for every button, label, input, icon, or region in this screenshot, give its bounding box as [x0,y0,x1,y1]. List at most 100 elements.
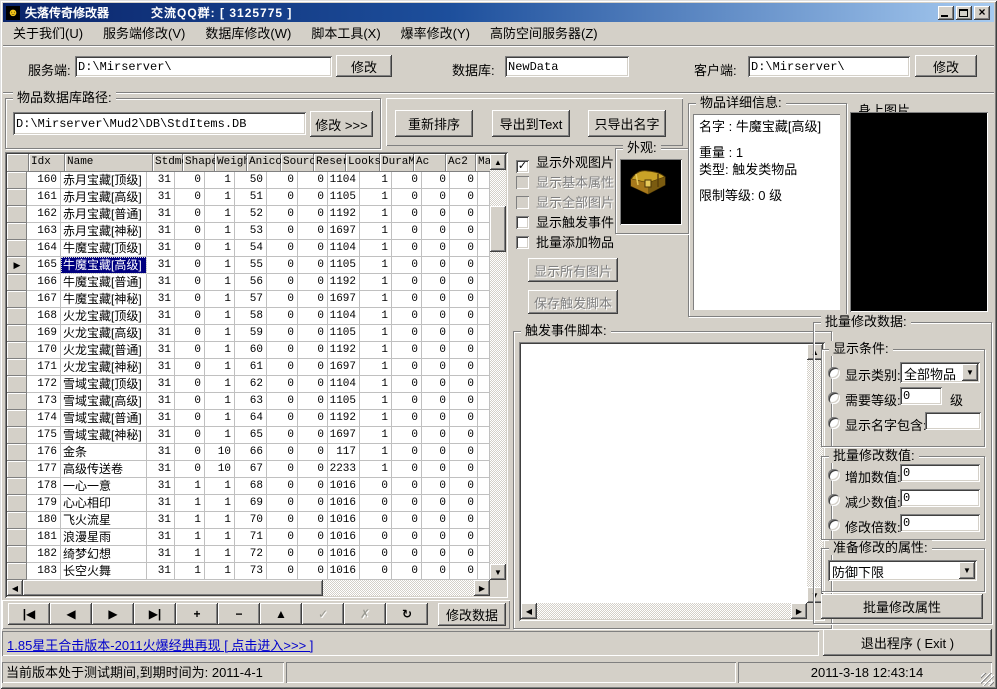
table-cell[interactable]: 174 [27,410,61,427]
table-cell[interactable]: 0 [267,495,298,512]
table-row[interactable]: 170火龙宝藏[普通]3101600011921000 [7,342,506,359]
row-selector[interactable] [7,291,27,308]
grid-column-header[interactable]: Name [65,154,153,172]
table-cell[interactable]: 0 [392,444,422,461]
table-cell[interactable]: 火龙宝藏[顶级] [61,308,147,325]
table-cell[interactable]: 0 [298,189,328,206]
table-cell[interactable]: 0 [298,308,328,325]
table-cell[interactable]: 高级传送卷 [61,461,147,478]
table-cell[interactable]: 牛魔宝藏[顶级] [61,240,147,257]
table-cell[interactable] [478,546,490,563]
table-cell[interactable]: 31 [147,240,175,257]
nav-prior-button[interactable]: ◀ [50,603,92,625]
table-cell[interactable]: 0 [298,427,328,444]
promo-link[interactable]: 1.85星王合击版本-2011火爆经典再现 [ 点击进入>>> ] [7,635,313,654]
table-cell[interactable]: 163 [27,223,61,240]
nav-delete-button[interactable]: − [218,603,260,625]
table-cell[interactable]: 0 [422,461,450,478]
table-cell[interactable]: 1016 [328,495,360,512]
table-cell[interactable]: 31 [147,529,175,546]
memo-scroll-right-icon[interactable]: ▶ [791,603,807,619]
row-selector[interactable] [7,206,27,223]
row-selector[interactable] [7,546,27,563]
script-content[interactable] [522,345,805,601]
table-cell[interactable]: 0 [298,291,328,308]
table-cell[interactable]: 31 [147,478,175,495]
table-cell[interactable]: 0 [175,410,205,427]
table-cell[interactable]: 0 [450,325,478,342]
table-cell[interactable]: 0 [422,546,450,563]
table-cell[interactable]: 1 [205,376,235,393]
table-cell[interactable]: 0 [392,512,422,529]
table-cell[interactable]: 0 [267,206,298,223]
table-cell[interactable]: 0 [422,376,450,393]
table-cell[interactable]: 1697 [328,359,360,376]
table-cell[interactable]: 1 [360,410,392,427]
row-selector[interactable] [7,529,27,546]
table-cell[interactable]: 31 [147,257,175,274]
row-selector[interactable] [7,478,27,495]
table-cell[interactable]: 171 [27,359,61,376]
items-table[interactable]: IdxNameStdmoShapeWeighAnicoSourcReserLoo… [5,152,508,598]
table-cell[interactable]: 63 [235,393,267,410]
scroll-right-icon[interactable]: ▶ [474,580,490,596]
table-cell[interactable]: 0 [298,393,328,410]
table-cell[interactable]: 67 [235,461,267,478]
table-cell[interactable]: 1 [360,189,392,206]
scroll-left-icon[interactable]: ◀ [7,580,23,596]
table-cell[interactable]: 170 [27,342,61,359]
table-cell[interactable]: 0 [450,240,478,257]
export-names-button[interactable]: 只导出名字 [588,110,666,137]
table-cell[interactable]: 0 [175,359,205,376]
table-cell[interactable]: 0 [450,495,478,512]
table-cell[interactable]: 0 [267,444,298,461]
table-cell[interactable]: 1 [175,529,205,546]
menu-item[interactable]: 服务端修改(V) [93,23,195,45]
table-cell[interactable]: 飞火流星 [61,512,147,529]
database-input[interactable] [505,56,629,77]
table-cell[interactable]: 0 [422,427,450,444]
maximize-button[interactable] [956,6,972,20]
table-cell[interactable]: 1 [205,172,235,189]
table-cell[interactable]: 73 [235,563,267,580]
table-cell[interactable] [478,444,490,461]
table-cell[interactable]: 0 [450,342,478,359]
table-cell[interactable]: 64 [235,410,267,427]
client-modify-button[interactable]: 修改 [915,55,977,77]
table-cell[interactable]: 1016 [328,478,360,495]
table-cell[interactable]: 1 [205,512,235,529]
table-cell[interactable]: 0 [175,376,205,393]
table-cell[interactable]: 1 [360,257,392,274]
table-cell[interactable]: 0 [392,393,422,410]
category-dropdown[interactable]: 全部物品 ▼ [900,362,980,383]
checkbox-option-5[interactable]: 批量添加物品 [516,232,666,248]
table-cell[interactable]: 0 [422,172,450,189]
radio-add-value[interactable] [828,469,840,481]
table-cell[interactable]: 0 [298,359,328,376]
table-cell[interactable]: 1 [205,478,235,495]
table-cell[interactable]: 雪域宝藏[普通] [61,410,147,427]
mul-value-input[interactable] [900,514,980,532]
table-cell[interactable]: 0 [392,563,422,580]
table-cell[interactable]: 0 [450,546,478,563]
table-cell[interactable]: 31 [147,410,175,427]
need-level-input[interactable] [900,387,942,405]
table-cell[interactable]: 1 [360,172,392,189]
table-cell[interactable]: 166 [27,274,61,291]
table-cell[interactable]: 0 [267,427,298,444]
table-cell[interactable]: 0 [175,444,205,461]
memo-hscrollbar[interactable]: ◀ ▶ [521,603,807,619]
table-cell[interactable]: 162 [27,206,61,223]
table-cell[interactable]: 10 [205,461,235,478]
table-cell[interactable]: 0 [298,495,328,512]
checkbox-box[interactable] [516,236,529,249]
export-text-button[interactable]: 导出到Text [492,110,570,137]
table-vscrollbar[interactable]: ▲ ▼ [490,154,506,580]
table-cell[interactable]: 0 [450,529,478,546]
table-cell[interactable]: 178 [27,478,61,495]
table-cell[interactable]: 0 [298,342,328,359]
table-cell[interactable]: 0 [360,563,392,580]
table-cell[interactable]: 0 [422,291,450,308]
table-cell[interactable]: 0 [422,444,450,461]
table-cell[interactable]: 164 [27,240,61,257]
